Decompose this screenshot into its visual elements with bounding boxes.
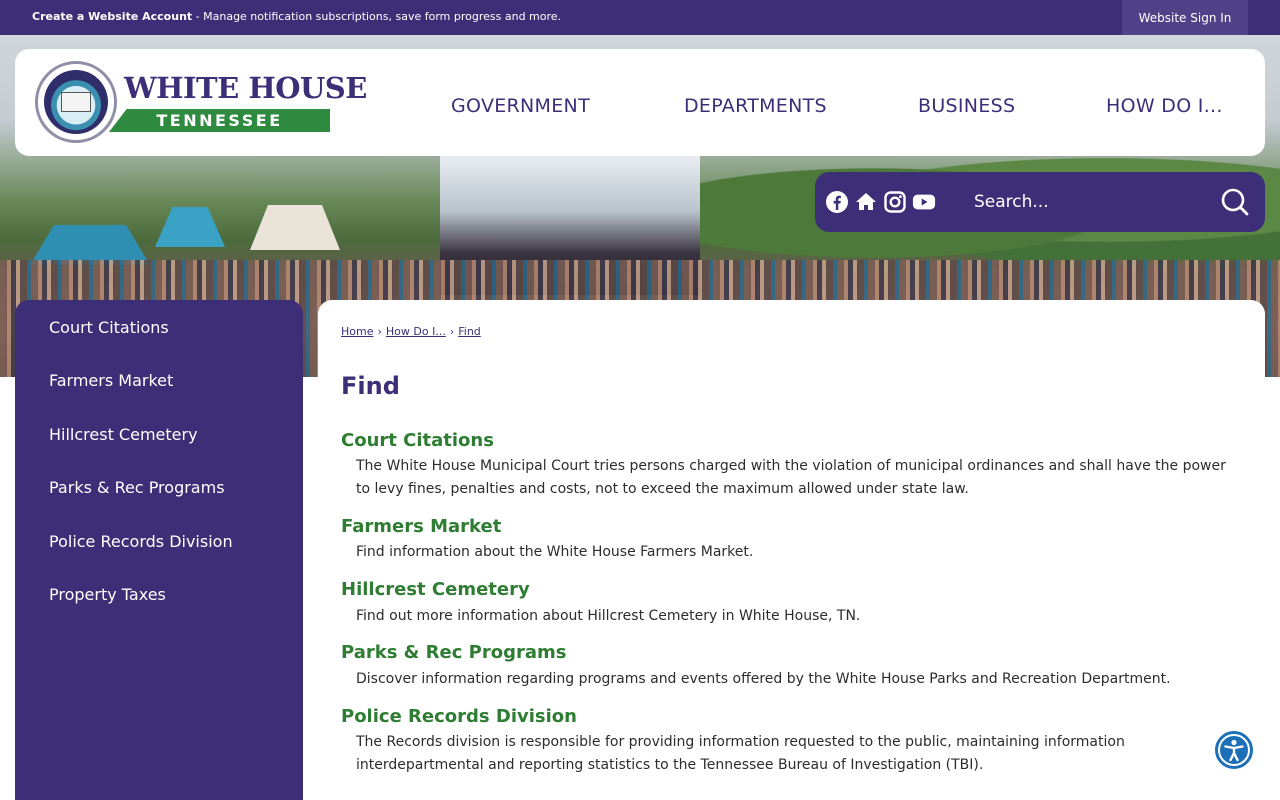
entry-title-court-citations[interactable]: Court Citations: [341, 430, 494, 451]
sidebar-item-hillcrest-cemetery[interactable]: Hillcrest Cemetery: [49, 425, 198, 444]
entry-desc-court-citations: The White House Municipal Court tries pe…: [356, 458, 1226, 497]
youtube-icon[interactable]: [912, 190, 936, 214]
sidebar-item-parks-rec-programs[interactable]: Parks & Rec Programs: [49, 478, 225, 497]
breadcrumb-how-do-i[interactable]: How Do I...: [386, 325, 446, 338]
entry-title-police-records[interactable]: Police Records Division: [341, 706, 577, 727]
logo-subtitle[interactable]: TENNESSEE: [109, 109, 330, 132]
breadcrumb-find[interactable]: Find: [458, 325, 481, 338]
website-sign-in-button[interactable]: Website Sign In: [1122, 0, 1248, 35]
entry-title-parks-rec-programs[interactable]: Parks & Rec Programs: [341, 642, 566, 663]
search-icon: [1221, 188, 1249, 216]
social-links: [815, 172, 955, 232]
facebook-icon[interactable]: [825, 190, 849, 214]
create-account-link[interactable]: Create a Website Account - Manage notifi…: [32, 10, 561, 23]
create-account-label[interactable]: Create a Website Account: [32, 10, 192, 23]
sidebar-item-property-taxes[interactable]: Property Taxes: [49, 585, 166, 604]
page-title: Find: [341, 372, 400, 400]
logo-title[interactable]: WHITE HOUSE: [124, 71, 367, 105]
breadcrumb: Home › How Do I... › Find: [341, 325, 481, 338]
entry-title-farmers-market[interactable]: Farmers Market: [341, 516, 501, 537]
sidebar-item-police-records[interactable]: Police Records Division: [49, 532, 233, 551]
site-search: [953, 172, 1265, 232]
home-icon[interactable]: [854, 190, 878, 214]
create-account-description: - Manage notification subscriptions, sav…: [192, 10, 562, 23]
breadcrumb-home[interactable]: Home: [341, 325, 373, 338]
nav-departments[interactable]: DEPARTMENTS: [684, 95, 827, 117]
instagram-icon[interactable]: [883, 190, 907, 214]
entry-desc-farmers-market: Find information about the White House F…: [356, 544, 754, 560]
accessibility-icon: [1218, 734, 1250, 766]
entry-desc-police-records: The Records division is responsible for …: [356, 734, 1125, 773]
sidebar-item-court-citations[interactable]: Court Citations: [49, 318, 169, 337]
accessibility-button[interactable]: [1213, 729, 1255, 771]
entry-desc-hillcrest-cemetery: Find out more information about Hillcres…: [356, 608, 861, 624]
main-content: Home › How Do I... › Find Find Court Citatio…: [318, 300, 1265, 800]
city-seal-logo[interactable]: [35, 61, 117, 143]
nav-business[interactable]: BUSINESS: [918, 95, 1015, 117]
sidebar-item-farmers-market[interactable]: Farmers Market: [49, 371, 173, 390]
sidebar-nav: Court Citations Farmers Market Hillcrest…: [15, 300, 303, 800]
site-header: WHITE HOUSE TENNESSEE GOVERNMENT DEPARTM…: [15, 49, 1265, 156]
search-button[interactable]: [1219, 186, 1251, 218]
entry-desc-parks-rec-programs: Discover information regarding programs …: [356, 671, 1171, 687]
nav-government[interactable]: GOVERNMENT: [451, 95, 590, 117]
nav-how-do-i[interactable]: HOW DO I...: [1106, 95, 1223, 117]
search-input[interactable]: [953, 172, 1213, 232]
entry-title-hillcrest-cemetery[interactable]: Hillcrest Cemetery: [341, 579, 530, 600]
top-bar: Create a Website Account - Manage notifi…: [0, 0, 1280, 35]
